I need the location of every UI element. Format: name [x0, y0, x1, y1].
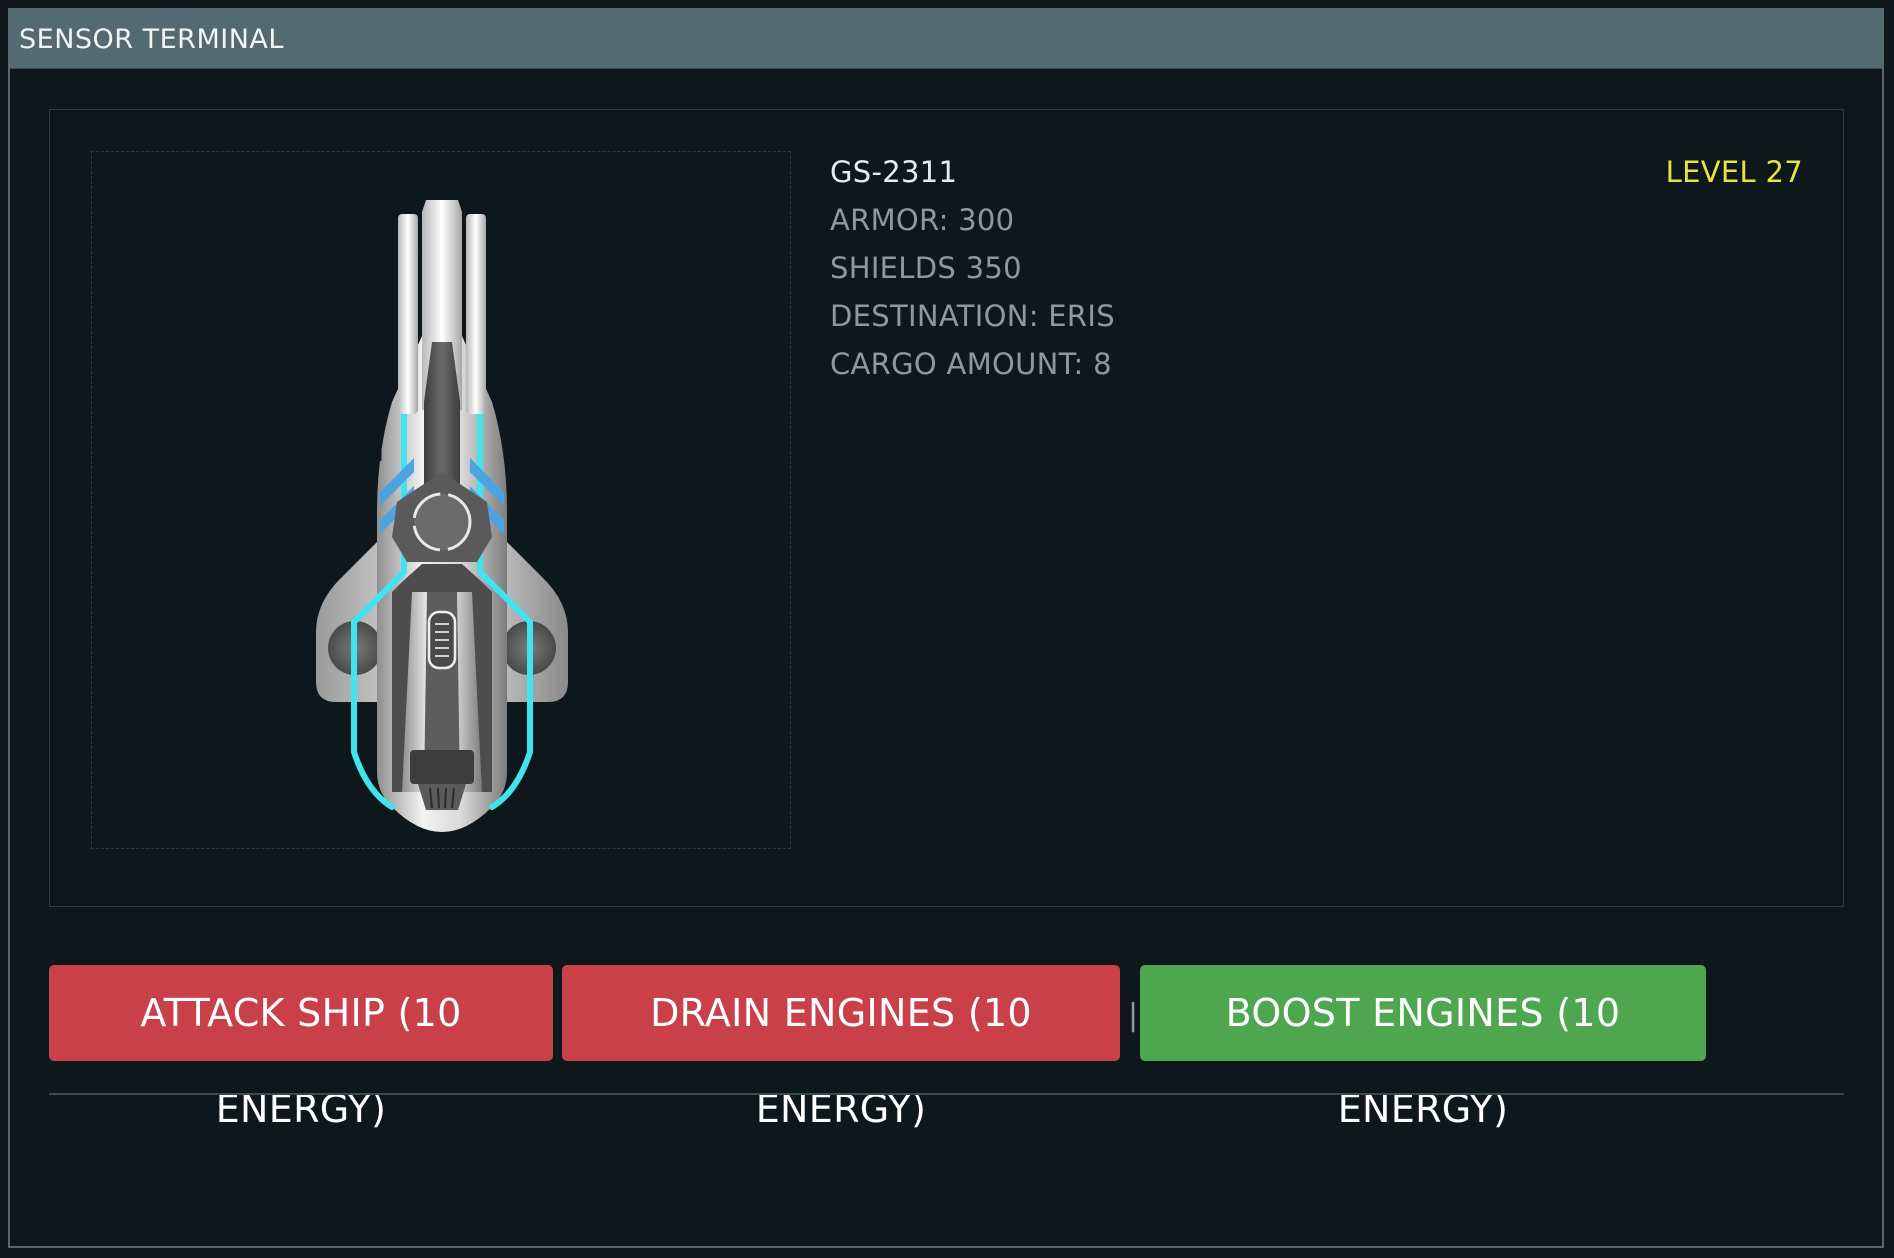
- ship-name: GS-2311: [830, 155, 958, 189]
- stat-destination: DESTINATION: ERIS: [830, 299, 1115, 333]
- sensor-terminal-window: SENSOR TERMINAL GS-2311 LEVEL 27 ARMOR: …: [8, 8, 1884, 1248]
- divider-line: [49, 1093, 1844, 1095]
- attack-ship-button[interactable]: ATTACK SHIP (10 ENERGY): [49, 965, 553, 1131]
- stat-armor: ARMOR: 300: [830, 203, 1015, 237]
- boost-engines-button[interactable]: BOOST ENGINES (10 ENERGY): [1140, 965, 1706, 1131]
- ship-level: LEVEL 27: [1665, 155, 1803, 189]
- window-title: SENSOR TERMINAL: [10, 10, 1882, 69]
- ship-info-panel: GS-2311 LEVEL 27 ARMOR: 300 SHIELDS 350 …: [49, 109, 1844, 907]
- spaceship-icon: [316, 200, 568, 832]
- drain-engines-button[interactable]: DRAIN ENGINES (10 ENERGY): [562, 965, 1120, 1131]
- ship-image-frame: [91, 151, 791, 849]
- action-separator: |: [1128, 998, 1139, 1033]
- stat-cargo-amount: CARGO AMOUNT: 8: [830, 347, 1112, 381]
- stat-shields: SHIELDS 350: [830, 251, 1022, 285]
